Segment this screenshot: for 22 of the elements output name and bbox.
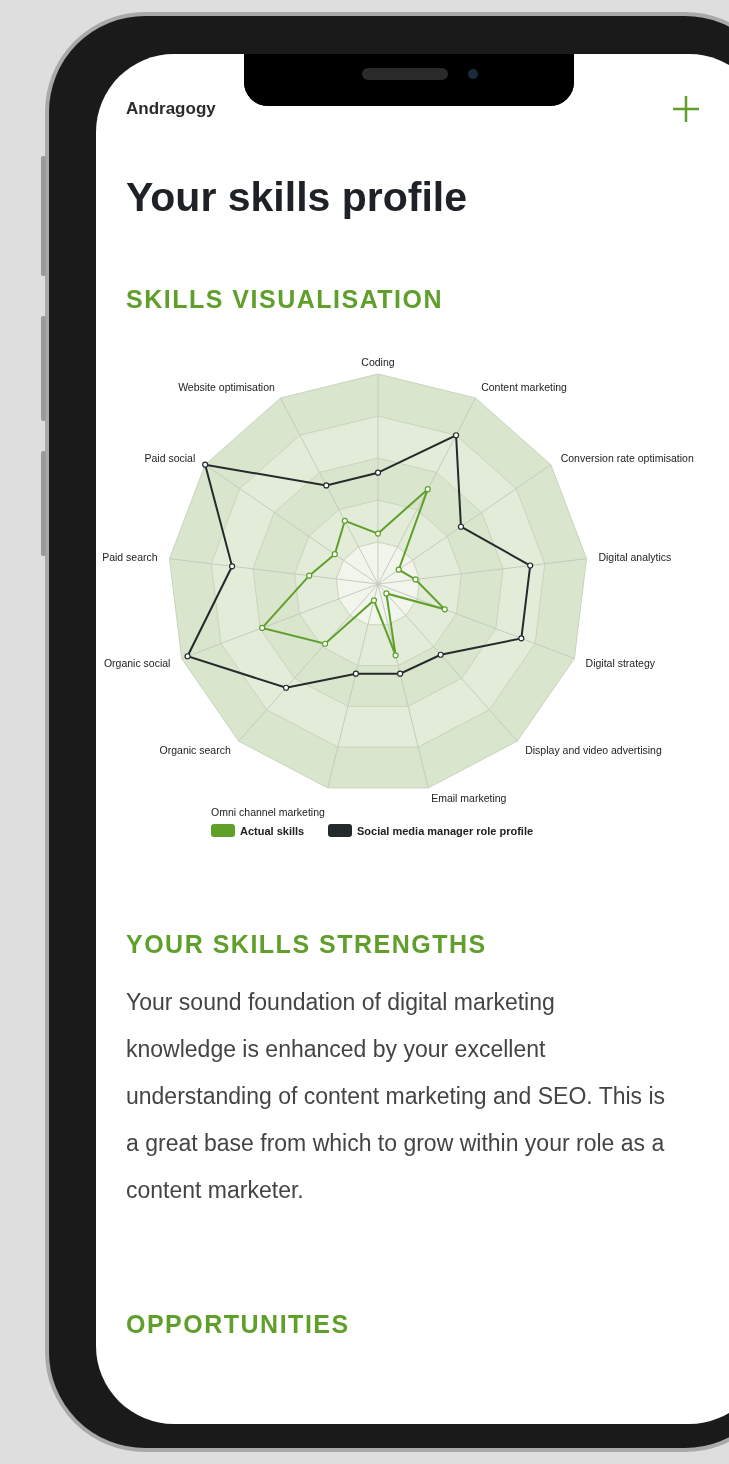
axis-label: Conversion rate optimisation (560, 451, 694, 464)
axis-label: Organic social (103, 656, 171, 669)
axis-label: Organic search (159, 744, 231, 757)
legend-label: Actual skills (240, 825, 305, 837)
section-heading: YOUR SKILLS STRENGTHS (126, 930, 488, 959)
axis-label: Email marketing (431, 791, 507, 804)
axis-label: Paid search (102, 551, 158, 564)
axis-label: Digital analytics (598, 551, 672, 564)
section-heading: SKILLS VISUALISATION (126, 285, 445, 314)
legend-label: Social media manager role profile (357, 825, 534, 837)
axis-label: Display and video advertising (525, 744, 662, 757)
axis-label: Content marketing (481, 381, 567, 394)
page-title: Your skills profile (126, 174, 468, 221)
strengths-paragraph: Your sound foundation of digital marketing knowledge is enhanced by your excellent understanding of content marketing and SEO. This is a great base from which to grow within your role as a content marketer. (126, 988, 667, 1205)
axis-label: Paid social (144, 451, 196, 464)
axis-label: Website optimisation (178, 381, 275, 394)
brand-name: Andragogy (126, 99, 216, 119)
section-heading: OPPORTUNITIES (126, 1310, 351, 1339)
axis-label: Coding (361, 356, 395, 368)
axis-label: Omni channel marketing (211, 805, 325, 818)
axis-label: Digital strategy (585, 656, 656, 669)
plus-icon[interactable] (671, 94, 701, 124)
